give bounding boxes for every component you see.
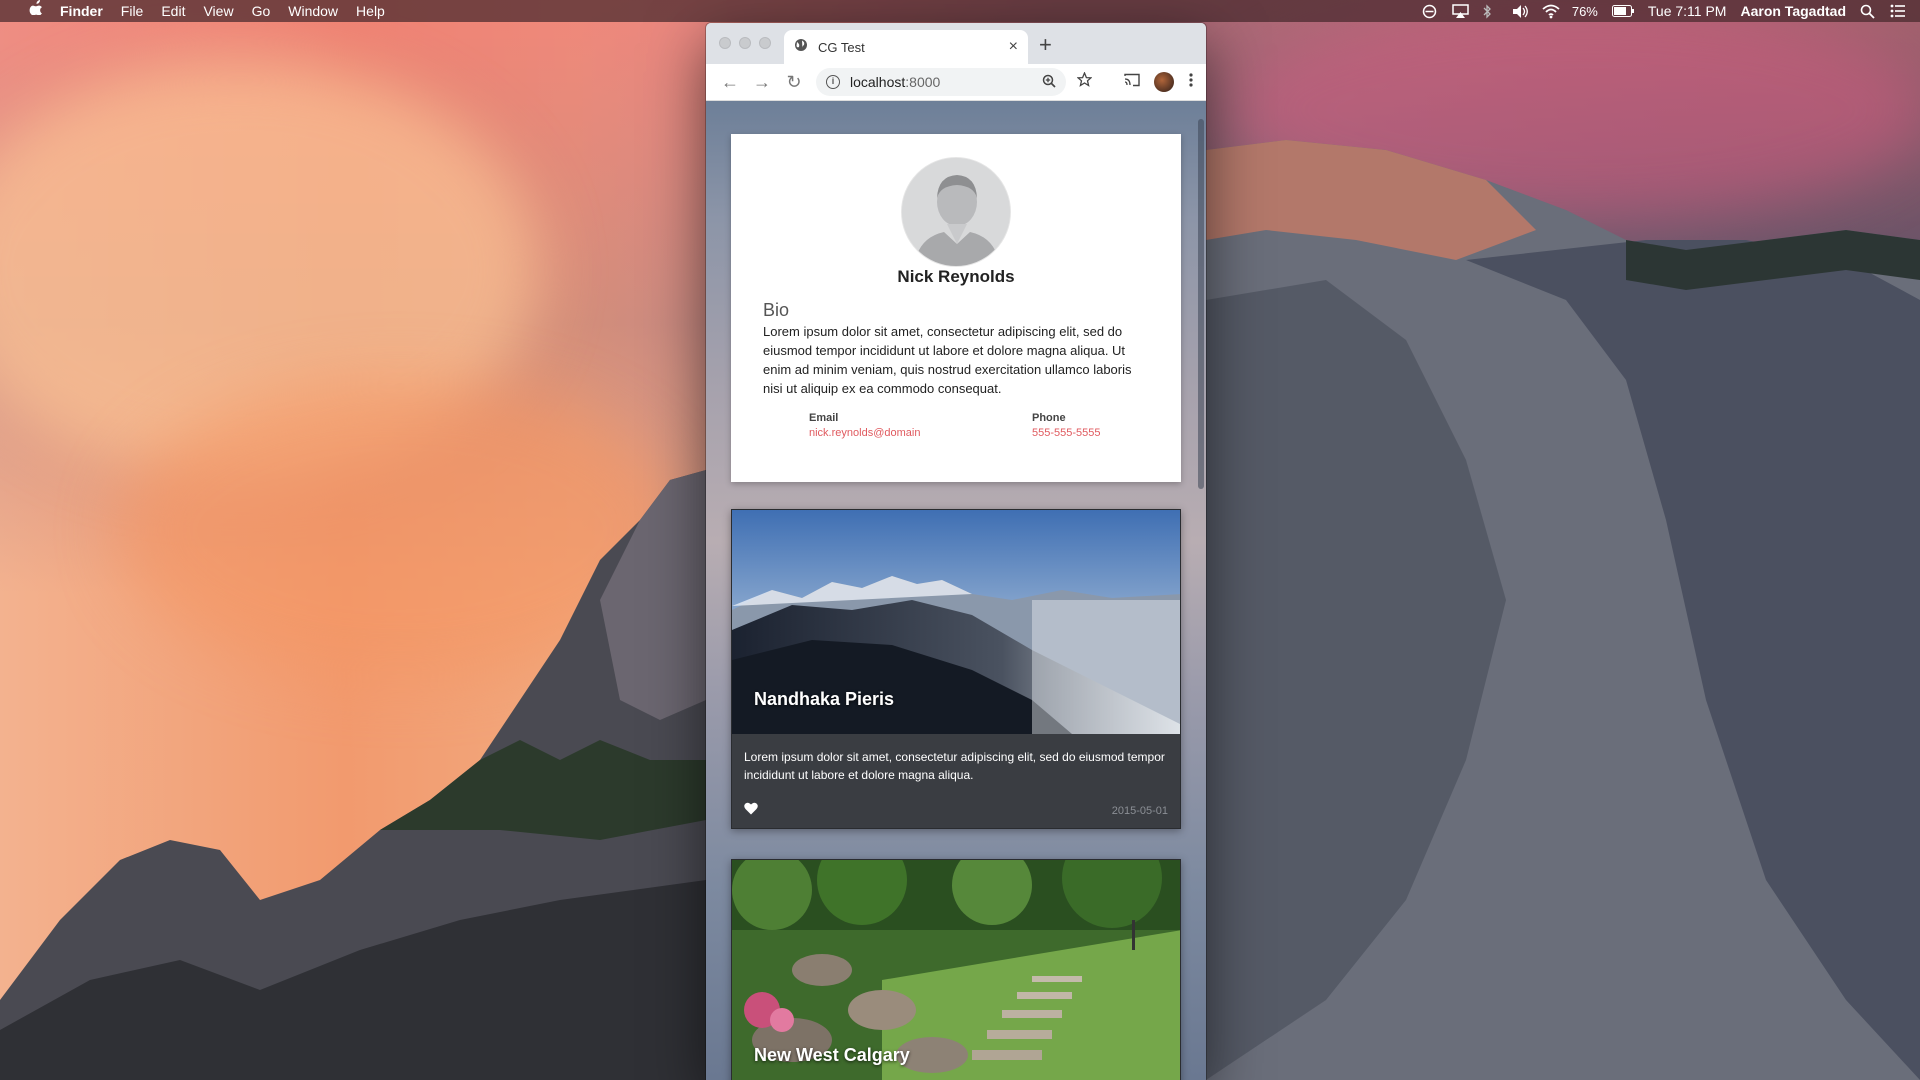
post-title: Nandhaka Pieris bbox=[754, 689, 895, 709]
post-card[interactable]: Nandhaka Pieris Lorem ipsum dolor sit am… bbox=[731, 509, 1181, 829]
address-bar[interactable]: i localhost:8000 bbox=[816, 68, 1066, 96]
browser-window: CG Test × + ← → ↻ i localhost:8000 Nick… bbox=[706, 23, 1206, 1080]
bio-text: Lorem ipsum dolor sit amet, consectetur … bbox=[763, 324, 1132, 396]
zoom-icon[interactable] bbox=[1042, 74, 1056, 91]
wifi-icon[interactable] bbox=[1542, 4, 1560, 19]
page-viewport[interactable]: Nick Reynolds Bio Lorem ipsum dolor sit … bbox=[706, 101, 1206, 1080]
menu-view[interactable]: View bbox=[194, 0, 242, 22]
menu-user[interactable]: Aaron Tagadtad bbox=[1740, 3, 1846, 19]
email-label: Email bbox=[809, 412, 839, 424]
page-scrollbar[interactable] bbox=[1198, 119, 1204, 489]
battery-icon[interactable] bbox=[1611, 4, 1634, 18]
tab-close-icon[interactable]: × bbox=[1009, 38, 1018, 56]
email-block: Email nick.reynolds@domain bbox=[809, 412, 920, 439]
profile-name: Nick Reynolds bbox=[897, 267, 1015, 286]
menu-help[interactable]: Help bbox=[347, 0, 394, 22]
menu-app-name[interactable]: Finder bbox=[51, 0, 112, 22]
menu-go[interactable]: Go bbox=[243, 0, 280, 22]
globe-icon bbox=[794, 38, 808, 57]
url-host: localhost bbox=[850, 74, 906, 90]
phone-label: Phone bbox=[1032, 412, 1066, 424]
post-text: Lorem ipsum dolor sit amet, consectetur … bbox=[744, 750, 1165, 782]
back-icon[interactable]: ← bbox=[714, 72, 746, 93]
profile-card: Nick Reynolds Bio Lorem ipsum dolor sit … bbox=[731, 134, 1181, 482]
forward-icon[interactable]: → bbox=[746, 72, 778, 93]
more-menu-icon[interactable] bbox=[1188, 72, 1194, 93]
post-photo: New West Calgary bbox=[732, 860, 1180, 1080]
menu-window[interactable]: Window bbox=[279, 0, 347, 22]
tab-strip: CG Test × + bbox=[706, 23, 1206, 64]
email-link[interactable]: nick.reynolds@domain bbox=[809, 427, 920, 439]
cast-icon[interactable] bbox=[1124, 73, 1140, 92]
phone-block: Phone 555-555-5555 bbox=[1032, 412, 1101, 439]
menu-bar: Finder File Edit View Go Window Help 76%… bbox=[0, 0, 1920, 22]
bluetooth-icon[interactable] bbox=[1482, 4, 1498, 19]
menu-file[interactable]: File bbox=[112, 0, 153, 22]
reload-icon[interactable]: ↻ bbox=[778, 72, 810, 93]
bookmark-star-icon[interactable] bbox=[1076, 71, 1093, 92]
spotlight-search-icon[interactable] bbox=[1860, 4, 1876, 19]
tab-title: CG Test bbox=[818, 39, 865, 55]
post-title: New West Calgary bbox=[754, 1045, 910, 1065]
airplay-icon[interactable] bbox=[1452, 4, 1469, 18]
bio-heading: Bio bbox=[763, 300, 790, 320]
profile-avatar-icon[interactable] bbox=[1154, 72, 1174, 92]
post-date: 2015-05-01 bbox=[1111, 805, 1168, 817]
window-zoom-button[interactable] bbox=[759, 37, 771, 49]
post-photo: Nandhaka Pieris bbox=[732, 510, 1180, 734]
site-info-icon[interactable]: i bbox=[826, 75, 840, 89]
window-close-button[interactable] bbox=[719, 37, 731, 49]
new-tab-button[interactable]: + bbox=[1039, 32, 1052, 58]
browser-toolbar: ← → ↻ i localhost:8000 bbox=[706, 64, 1206, 101]
window-minimize-button[interactable] bbox=[739, 37, 751, 49]
menu-edit[interactable]: Edit bbox=[152, 0, 194, 22]
notification-center-icon[interactable] bbox=[1890, 4, 1906, 18]
battery-percent: 76% bbox=[1571, 3, 1598, 19]
phone-link[interactable]: 555-555-5555 bbox=[1032, 427, 1101, 439]
do-not-disturb-icon[interactable] bbox=[1422, 4, 1438, 19]
url-port: :8000 bbox=[905, 74, 941, 90]
heart-icon[interactable] bbox=[744, 802, 758, 820]
tab-cg-test[interactable]: CG Test × bbox=[784, 30, 1028, 64]
post-card[interactable]: New West Calgary bbox=[731, 859, 1181, 1080]
profile-avatar bbox=[901, 157, 1011, 267]
volume-icon[interactable] bbox=[1512, 4, 1528, 18]
post-footer: 2015-05-01 bbox=[732, 794, 1180, 828]
menu-clock[interactable]: Tue 7:11 PM bbox=[1648, 3, 1727, 19]
apple-icon[interactable] bbox=[20, 0, 51, 22]
